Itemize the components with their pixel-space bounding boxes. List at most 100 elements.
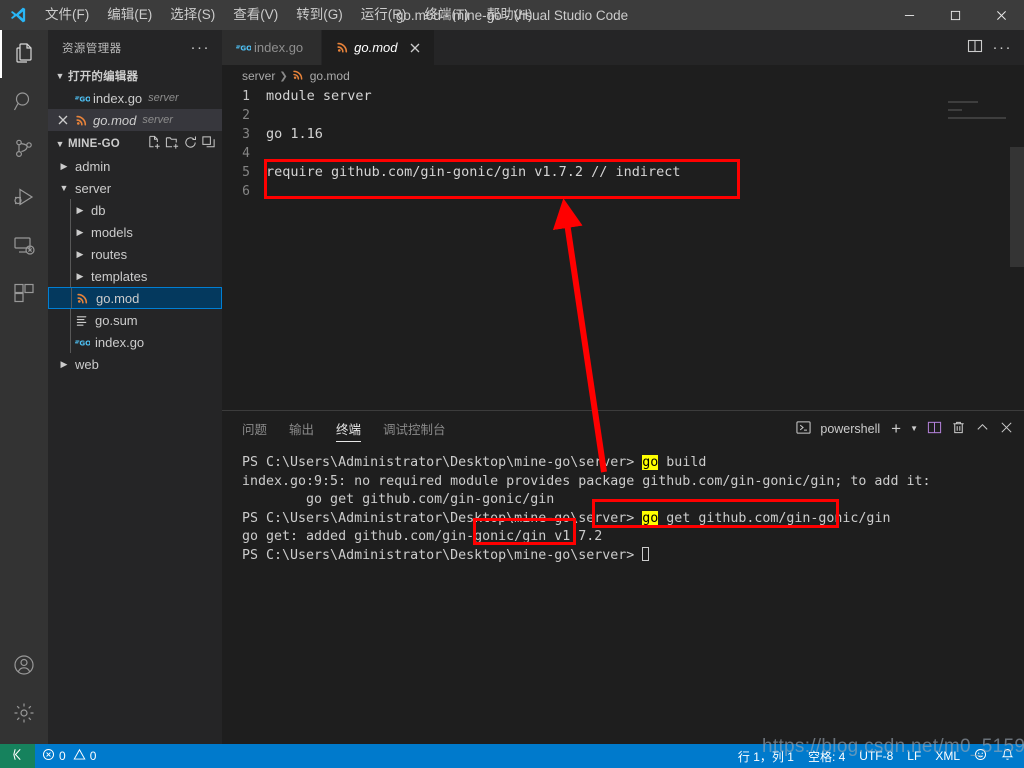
status-encoding[interactable]: UTF-8 <box>852 744 900 768</box>
section-open-editors[interactable]: ▼ 打开的编辑器 <box>48 65 222 87</box>
new-folder-icon[interactable] <box>165 135 180 153</box>
minimap[interactable] <box>948 87 1010 417</box>
status-feedback[interactable] <box>967 744 994 768</box>
panel-actions: powershell + ▼ <box>796 411 1014 446</box>
maximize-button[interactable] <box>932 0 978 30</box>
tree-item-server[interactable]: ▼ server <box>48 177 222 199</box>
tree-item-label: go.mod <box>96 290 140 306</box>
status-language-mode[interactable]: XML <box>928 744 967 768</box>
menu-go[interactable]: 转到(G) <box>287 2 352 28</box>
panel-tab-output[interactable]: 输出 <box>289 411 314 446</box>
section-workspace[interactable]: ▼ MINE-GO <box>48 133 222 155</box>
menu-file[interactable]: 文件(F) <box>36 2 98 28</box>
terminal-output[interactable]: PS C:\Users\Administrator\Desktop\mine-g… <box>222 446 1024 565</box>
status-editor-position[interactable]: 行 1，列 1 <box>731 744 801 768</box>
split-terminal-icon[interactable] <box>927 420 942 438</box>
menu-selection[interactable]: 选择(S) <box>161 2 224 28</box>
activity-remote-explorer[interactable] <box>0 222 48 270</box>
more-actions-icon[interactable]: ··· <box>993 39 1013 56</box>
chevron-down-icon[interactable]: ▼ <box>56 183 72 193</box>
panel-tab-terminal[interactable]: 终端 <box>336 411 362 446</box>
breadcrumb-item-server[interactable]: server <box>242 69 275 83</box>
tree-item-go-sum[interactable]: go.sum <box>48 309 222 331</box>
tree-item-label: go.sum <box>95 312 138 328</box>
tree-item-db[interactable]: ▶ db <box>48 199 222 221</box>
open-editor-go-mod[interactable]: go.mod server <box>48 109 222 131</box>
chevron-right-icon[interactable]: ▶ <box>72 271 88 282</box>
chevron-down-icon[interactable]: ▼ <box>910 424 918 433</box>
code-line[interactable]: 1 module server <box>222 87 1024 106</box>
status-notifications[interactable] <box>994 744 1024 768</box>
tree-item-label: routes <box>91 246 128 262</box>
tree-item-go-mod[interactable]: go.mod <box>48 287 222 309</box>
open-editor-index-go[interactable]: GO index.go server <box>48 87 222 109</box>
panel-tab-debug-console[interactable]: 调试控制台 <box>383 411 446 446</box>
close-panel-icon[interactable] <box>999 420 1014 438</box>
status-indentation[interactable]: 空格: 4 <box>801 744 852 768</box>
editor-area: GO index.go go.mod ··· server ❯ go.mod 1… <box>222 30 1024 744</box>
line-text: module server <box>266 88 372 104</box>
code-line[interactable]: 6 <box>222 182 1024 201</box>
minimize-button[interactable] <box>886 0 932 30</box>
tree-item-admin[interactable]: ▶ admin <box>48 155 222 177</box>
remote-indicator[interactable] <box>0 744 35 768</box>
tab-label: index.go <box>254 40 304 55</box>
editor-scrollbar[interactable] <box>1010 147 1024 267</box>
activity-settings[interactable] <box>0 690 48 738</box>
tree-item-index-go[interactable]: GO index.go <box>48 331 222 353</box>
tab-go-mod[interactable]: go.mod <box>322 30 435 65</box>
collapse-panel-icon[interactable] <box>975 420 990 438</box>
split-editor-icon[interactable] <box>967 38 983 57</box>
menu-help[interactable]: 帮助(H) <box>478 2 542 28</box>
activity-source-control[interactable] <box>0 126 48 174</box>
close-tab-icon[interactable] <box>406 43 424 53</box>
activity-run-and-debug[interactable] <box>0 174 48 222</box>
status-eol[interactable]: LF <box>900 744 928 768</box>
activity-explorer[interactable] <box>0 30 48 78</box>
activity-accounts[interactable] <box>0 642 48 690</box>
open-editor-name: go.mod <box>93 112 137 128</box>
tree-item-templates[interactable]: ▶ templates <box>48 265 222 287</box>
kill-terminal-icon[interactable] <box>951 420 966 438</box>
collapse-all-icon[interactable] <box>201 135 216 153</box>
status-bar-right: 行 1，列 1 空格: 4 UTF-8 LF XML <box>731 744 1024 768</box>
activity-search[interactable] <box>0 78 48 126</box>
menu-view[interactable]: 查看(V) <box>224 2 287 28</box>
terminal-name[interactable]: powershell <box>820 422 880 436</box>
close-editor-icon[interactable] <box>54 115 72 125</box>
status-errors-warnings[interactable]: 0 0 <box>35 744 103 768</box>
menu-edit[interactable]: 编辑(E) <box>98 2 161 28</box>
chevron-right-icon[interactable]: ▶ <box>72 205 88 216</box>
tree-item-routes[interactable]: ▶ routes <box>48 243 222 265</box>
code-line[interactable]: 3 go 1.16 <box>222 125 1024 144</box>
code-line[interactable]: 2 <box>222 106 1024 125</box>
tree-item-models[interactable]: ▶ models <box>48 221 222 243</box>
code-editor[interactable]: 1 module server 2 3 go 1.16 4 5 require github.… <box>222 87 1024 417</box>
chevron-right-icon[interactable]: ▶ <box>72 227 88 238</box>
refresh-icon[interactable] <box>183 135 198 153</box>
breadcrumb-item-go-mod[interactable]: go.mod <box>310 69 350 83</box>
code-line[interactable]: 5 require github.com/gin-gonic/gin v1.7.2… <box>222 163 1024 182</box>
tab-index-go[interactable]: GO index.go <box>222 30 323 65</box>
menu-terminal[interactable]: 终端(T) <box>416 2 478 28</box>
panel-tab-problems[interactable]: 问题 <box>242 411 267 446</box>
tree-indent-guide <box>70 199 71 221</box>
chevron-right-icon[interactable]: ▶ <box>72 249 88 260</box>
go-file-icon: GO <box>232 40 254 55</box>
chevron-right-icon[interactable]: ▶ <box>56 161 72 172</box>
menu-bar: 文件(F) 编辑(E) 选择(S) 查看(V) 转到(G) 运行(R) 终端(T… <box>36 0 542 30</box>
menu-run[interactable]: 运行(R) <box>352 2 416 28</box>
close-button[interactable] <box>978 0 1024 30</box>
tree-item-web[interactable]: ▶ web <box>48 353 222 375</box>
activity-extensions[interactable] <box>0 270 48 318</box>
tree-item-label: admin <box>75 158 111 174</box>
sidebar-more-actions-icon[interactable]: ··· <box>191 39 217 56</box>
chevron-right-icon[interactable]: ▶ <box>56 359 72 370</box>
new-terminal-button[interactable]: + <box>891 420 901 437</box>
code-line[interactable]: 4 <box>222 144 1024 163</box>
open-editor-description: server <box>142 114 173 126</box>
terminal-line: PS C:\Users\Administrator\Desktop\mine-g… <box>242 546 1024 566</box>
new-file-icon[interactable] <box>147 135 162 153</box>
gomod-file-icon <box>292 68 306 85</box>
svg-text:GO: GO <box>240 43 251 52</box>
